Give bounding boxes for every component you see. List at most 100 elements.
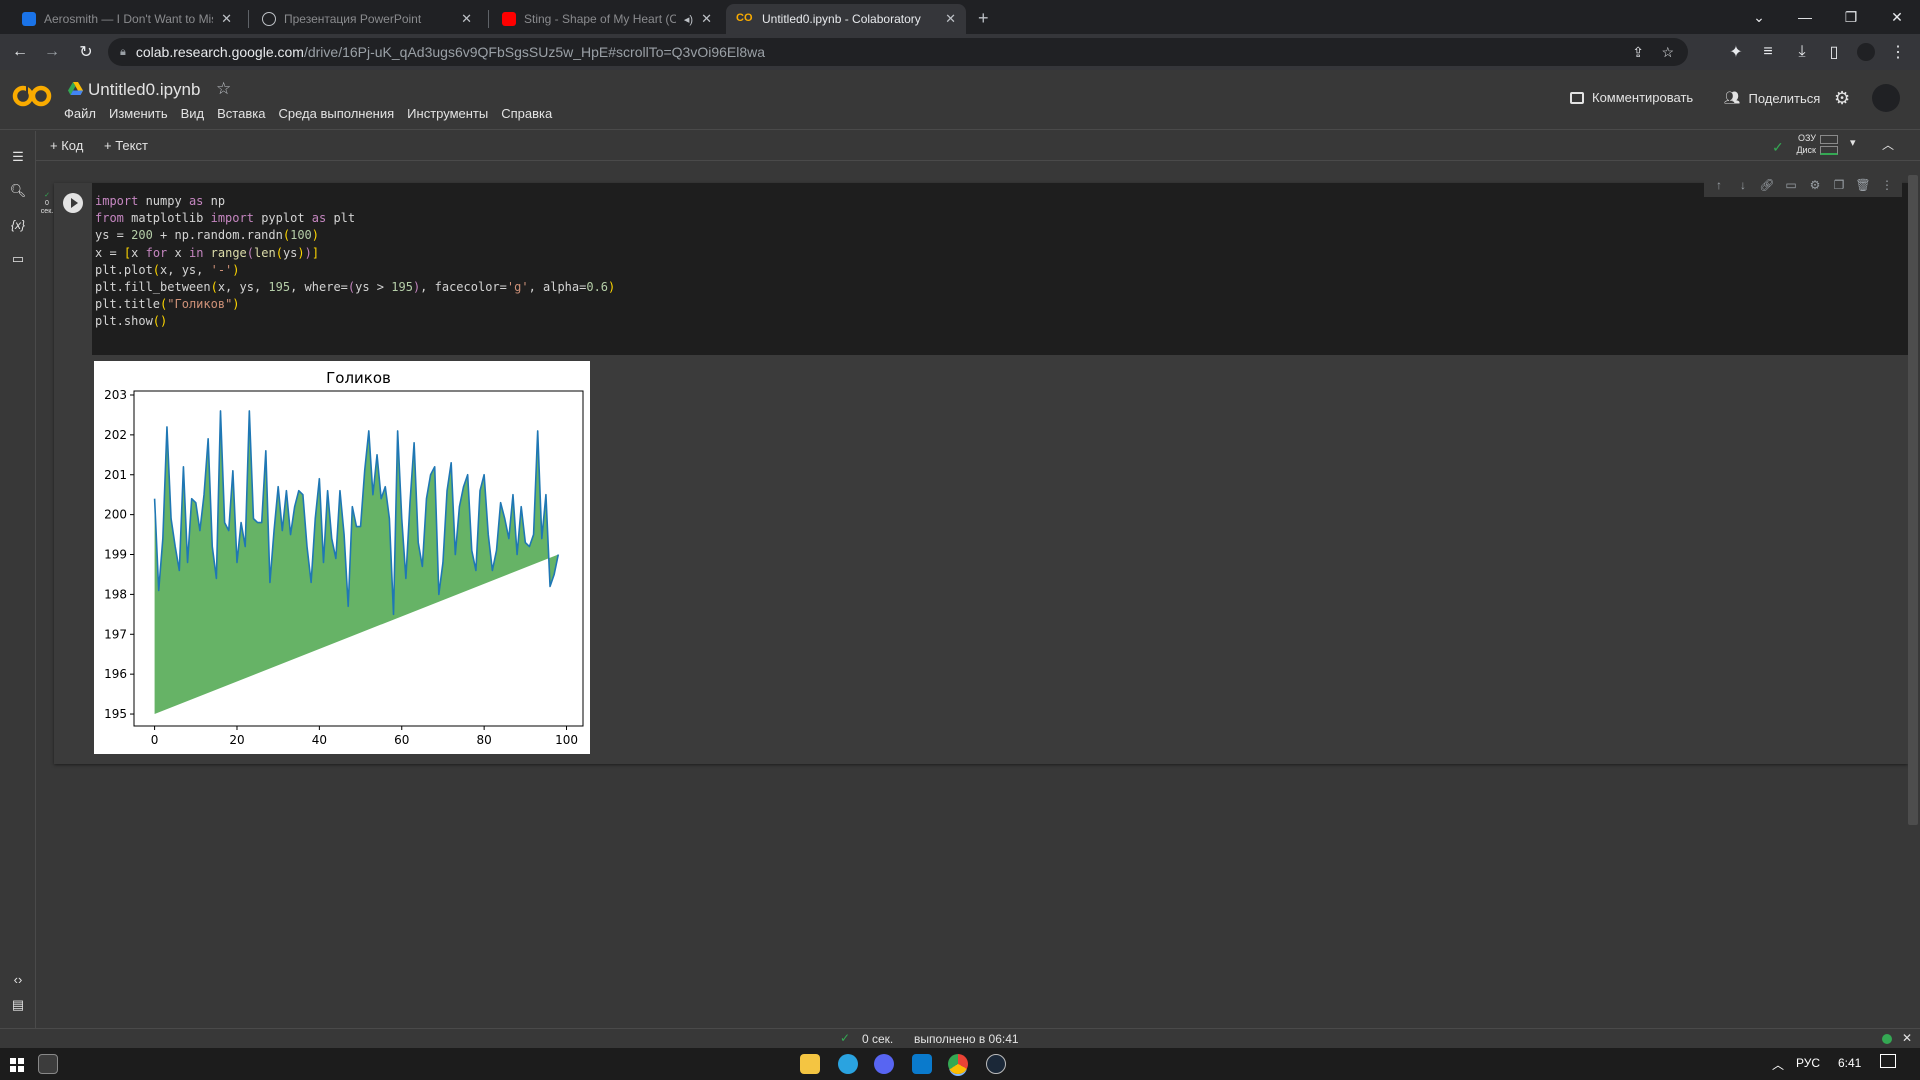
settings-gear-icon[interactable]: ⚙ xyxy=(1834,88,1850,109)
chrome-icon[interactable] xyxy=(948,1054,968,1074)
add-text-button[interactable]: + Текст xyxy=(104,138,148,153)
telegram-icon[interactable] xyxy=(838,1054,858,1074)
windows-taskbar: ︿ РУС 6:41 xyxy=(0,1048,1920,1080)
exec-status-check-icon: ✓ xyxy=(44,192,50,199)
windows-start-icon[interactable] xyxy=(10,1058,24,1072)
browser-tab[interactable]: Sting - Shape of My Heart (O ◂) ✕ xyxy=(492,4,722,34)
comment-button[interactable]: Комментировать xyxy=(1570,90,1693,105)
move-down-icon[interactable]: ↓ xyxy=(1734,176,1752,194)
x-tick-label: 100 xyxy=(555,733,578,747)
menu-item-tools[interactable]: Инструменты xyxy=(407,106,488,121)
tab-search-icon[interactable]: ⌄ xyxy=(1736,0,1782,34)
link-icon[interactable]: 🔗︎ xyxy=(1758,176,1776,194)
code-editor[interactable]: import numpy as np from matplotlib impor… xyxy=(92,183,1908,355)
code-line: x = [x for x in range(len(ys))] xyxy=(95,245,320,260)
steam-icon[interactable] xyxy=(986,1054,1006,1074)
x-tick-label: 80 xyxy=(476,733,491,747)
notebook-title[interactable]: Untitled0.ipynb xyxy=(88,80,200,100)
close-icon[interactable]: ✕ xyxy=(701,11,712,27)
browser-address-bar: ← → ↻ 🔒︎ colab.research.google.com /driv… xyxy=(0,34,1920,70)
code-snippets-icon[interactable]: ‹› xyxy=(8,969,28,989)
status-close-icon[interactable]: ✕ xyxy=(1902,1031,1912,1045)
scrollbar[interactable] xyxy=(1908,175,1918,825)
drive-icon xyxy=(68,82,83,95)
menu-item-insert[interactable]: Вставка xyxy=(217,106,265,121)
connection-indicator xyxy=(1882,1034,1892,1044)
files-folder-icon[interactable]: ▭ xyxy=(8,249,28,269)
browser-tab[interactable]: Презентация PowerPoint ✕ xyxy=(252,4,482,34)
side-panel-icon[interactable]: ▯ xyxy=(1822,40,1846,64)
forward-icon[interactable]: → xyxy=(40,40,64,64)
chart-title: Голиков xyxy=(326,369,391,387)
close-icon[interactable]: ✕ xyxy=(461,11,472,27)
minimize-icon[interactable]: — xyxy=(1782,0,1828,34)
close-icon[interactable]: ✕ xyxy=(221,11,232,27)
x-tick-label: 40 xyxy=(312,733,327,747)
menu-item-file[interactable]: Файл xyxy=(64,106,96,121)
url-input[interactable]: 🔒︎ colab.research.google.com /drive/16Pj… xyxy=(108,38,1688,66)
share-page-icon[interactable]: ⇪ xyxy=(1632,44,1644,61)
download-icon[interactable]: ⤓ xyxy=(1790,40,1814,64)
recycle-bin-icon[interactable] xyxy=(38,1054,58,1074)
profile-avatar[interactable] xyxy=(1854,40,1878,64)
y-tick-label: 197 xyxy=(104,627,127,641)
browser-tab[interactable]: Aerosmith — I Don't Want to Miss ✕ xyxy=(12,4,242,34)
cell-toolbar: ↑ ↓ 🔗︎ ▭ ⚙ ❐ 🗑︎ ⋮ xyxy=(1704,173,1902,197)
y-ticks: 195 196 197 198 199 200 201 202 203 xyxy=(104,388,134,721)
search-icon[interactable]: 🔍︎ xyxy=(8,181,28,201)
speaker-icon[interactable]: ◂) xyxy=(684,13,693,26)
menu-item-edit[interactable]: Изменить xyxy=(109,106,168,121)
window-close-icon[interactable]: ✕ xyxy=(1874,0,1920,34)
mirror-cell-icon[interactable]: ❐ xyxy=(1830,176,1848,194)
y-tick-label: 198 xyxy=(104,587,127,601)
discord-icon[interactable] xyxy=(874,1054,894,1074)
new-tab-icon[interactable]: + xyxy=(978,8,989,29)
vscode-icon[interactable] xyxy=(912,1054,932,1074)
clock[interactable]: 6:41 xyxy=(1838,1056,1861,1070)
restore-icon[interactable]: ❐ xyxy=(1828,0,1874,34)
cell-output: 195 196 197 198 199 200 201 202 203 0 20 40 60 80 100… xyxy=(94,361,590,754)
menu-item-runtime[interactable]: Среда выполнения xyxy=(278,106,394,121)
chrome-menu-icon[interactable]: ⋮ xyxy=(1886,40,1910,64)
account-avatar[interactable] xyxy=(1872,84,1900,112)
browser-tab-active[interactable]: CO Untitled0.ipynb - Colaboratory ✕ xyxy=(726,4,966,34)
tray-chevron-icon[interactable]: ︿ xyxy=(1772,1056,1784,1073)
close-icon[interactable]: ✕ xyxy=(945,11,956,27)
file-explorer-icon[interactable] xyxy=(800,1054,820,1074)
music-icon xyxy=(22,12,36,26)
ram-label: ОЗУ xyxy=(1797,133,1816,143)
variables-icon[interactable]: {x} xyxy=(8,215,28,235)
add-code-button[interactable]: + Код xyxy=(50,138,83,153)
tab-title: Untitled0.ipynb - Colaboratory xyxy=(762,12,921,26)
code-line: import numpy as np xyxy=(95,194,226,208)
language-indicator[interactable]: РУС xyxy=(1796,1056,1820,1070)
share-button[interactable]: 👥︎ Поделиться xyxy=(1724,90,1820,106)
status-bar: ✓ 0 сек. выполнено в 06:41 ✕ xyxy=(0,1028,1920,1048)
bookmark-star-icon[interactable]: ☆ xyxy=(1661,44,1674,61)
resources-indicator[interactable]: ОЗУ Диск xyxy=(1788,132,1816,156)
collapse-header-icon[interactable]: ︿ xyxy=(1882,136,1894,153)
people-icon: 👥︎ xyxy=(1724,90,1741,105)
code-line: plt.plot(x, ys, '-') xyxy=(95,262,240,277)
move-up-icon[interactable]: ↑ xyxy=(1710,176,1728,194)
run-cell-button[interactable] xyxy=(63,193,83,213)
comment-cell-icon[interactable]: ▭ xyxy=(1782,176,1800,194)
command-palette-icon[interactable]: ▤ xyxy=(8,995,28,1015)
extensions-icon[interactable]: ✦ xyxy=(1724,40,1748,64)
reload-icon[interactable]: ↻ xyxy=(74,40,98,64)
table-of-contents-icon[interactable]: ☰ xyxy=(8,147,28,167)
x-tick-label: 20 xyxy=(229,733,244,747)
more-options-icon[interactable]: ⋮ xyxy=(1878,176,1896,194)
y-tick-label: 202 xyxy=(104,428,127,442)
runtime-dropdown-icon[interactable]: ▾ xyxy=(1850,136,1856,149)
code-cell[interactable]: ✓ 0 сек. import numpy as np from matplot… xyxy=(41,173,1908,764)
cell-settings-icon[interactable]: ⚙ xyxy=(1806,176,1824,194)
star-icon[interactable]: ☆ xyxy=(216,79,231,99)
menu-item-view[interactable]: Вид xyxy=(181,106,205,121)
notifications-icon[interactable] xyxy=(1880,1054,1896,1068)
menu-item-help[interactable]: Справка xyxy=(501,106,552,121)
delete-icon[interactable]: 🗑︎ xyxy=(1854,176,1872,194)
back-icon[interactable]: ← xyxy=(8,40,32,64)
play-icon xyxy=(70,198,78,208)
media-control-icon[interactable]: ≡ xyxy=(1756,40,1780,64)
